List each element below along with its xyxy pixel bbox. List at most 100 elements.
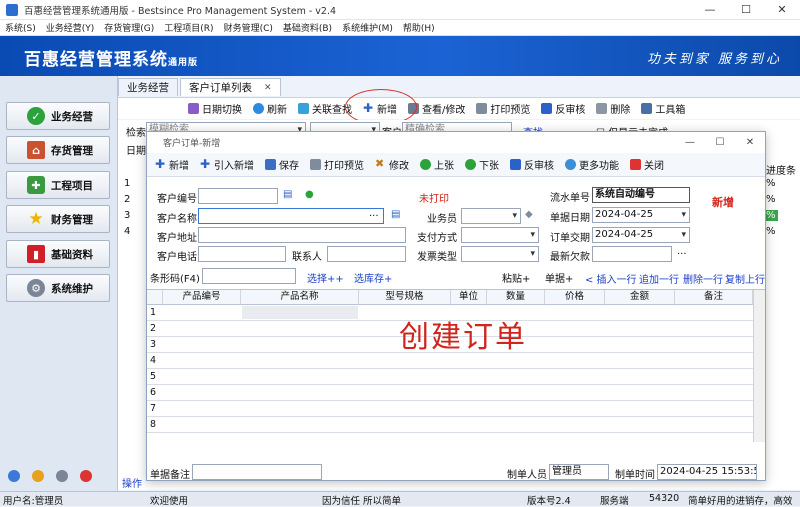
col-spec[interactable]: 型号规格	[359, 290, 451, 305]
nav-basic-data[interactable]: ▮ 基础资料	[6, 240, 110, 268]
dlg-new-button[interactable]: ✚ 新增	[155, 157, 189, 172]
nav-finance[interactable]: ★ 财务管理	[6, 205, 110, 233]
related-find-button[interactable]: 关联查找	[298, 101, 352, 116]
progress-cell: %	[766, 210, 778, 221]
cust-code-input[interactable]	[198, 188, 278, 204]
nav-projects[interactable]: ✚ 工程项目	[6, 171, 110, 199]
menu-basic-data[interactable]: 基础资料(B)	[278, 21, 337, 34]
menu-inventory[interactable]: 存货管理(G)	[99, 21, 159, 34]
copy-row-button[interactable]: 复制上行	[725, 271, 765, 286]
lookup-icon[interactable]: ▤	[283, 189, 292, 200]
grid-scrollbar[interactable]	[753, 290, 765, 442]
unapprove-button[interactable]: 反审核	[541, 101, 585, 116]
table-row[interactable]: 8	[147, 417, 753, 433]
dialog-close-button[interactable]: ✕	[735, 137, 765, 148]
refresh-icon[interactable]: ●	[305, 189, 314, 200]
delete-row-button[interactable]: 删除一行	[683, 271, 723, 286]
insert-row-button[interactable]: < 插入一行	[585, 271, 637, 286]
power-icon[interactable]	[80, 470, 92, 482]
col-qty[interactable]: 数量	[487, 290, 545, 305]
refresh-button[interactable]: 刷新	[253, 101, 287, 116]
status-user: 用户名:管理员	[3, 496, 64, 507]
refresh-icon	[253, 103, 264, 114]
serial-no-label: 流水单号	[550, 193, 590, 204]
dlg-print-preview-button[interactable]: 打印预览	[310, 157, 364, 172]
order-date-picker[interactable]: 2024-04-25	[592, 227, 690, 243]
print-preview-button[interactable]: 打印预览	[476, 101, 530, 116]
more-icon	[565, 159, 576, 170]
contact-input[interactable]	[327, 246, 406, 262]
doc-date-picker[interactable]: 2024-04-25	[592, 207, 690, 223]
dialog-maximize-button[interactable]: ☐	[705, 137, 735, 148]
col-price[interactable]: 价格	[545, 290, 605, 305]
pay-method-select[interactable]	[461, 227, 539, 243]
dlg-import-new-button[interactable]: ✚ 引入新增	[200, 157, 254, 172]
nav-maintenance[interactable]: ⚙ 系统维护	[6, 274, 110, 302]
paste-button[interactable]: 粘贴+	[502, 270, 530, 285]
cust-name-input[interactable]	[198, 208, 384, 224]
col-product-name[interactable]: 产品名称	[241, 290, 359, 305]
col-unit[interactable]: 单位	[451, 290, 487, 305]
progress-header: 进度条	[766, 166, 796, 177]
tab-customer-orders[interactable]: 客户订单列表 ✕	[180, 78, 281, 96]
menu-finance[interactable]: 财务管理(C)	[219, 21, 278, 34]
dlg-next-button[interactable]: 下张	[465, 157, 499, 172]
menu-help[interactable]: 帮助(H)	[398, 21, 440, 34]
link-icon	[298, 103, 309, 114]
app-icon	[6, 3, 18, 16]
owed-ellipsis-button[interactable]: ...	[677, 246, 687, 257]
select-stock-button[interactable]: 选库存+	[354, 270, 392, 285]
tab-close-icon[interactable]: ✕	[264, 83, 272, 93]
table-row[interactable]: 6	[147, 385, 753, 401]
latest-owed-field	[592, 246, 672, 262]
nav-business[interactable]: ✓ 业务经营	[6, 102, 110, 130]
dlg-unapprove-button[interactable]: 反审核	[510, 157, 554, 172]
menu-business[interactable]: 业务经营(Y)	[41, 21, 100, 34]
dlg-prev-button[interactable]: 上张	[420, 157, 454, 172]
lookup-icon[interactable]: ▤	[391, 209, 400, 220]
close-button[interactable]: ✕	[764, 3, 800, 16]
barcode-input[interactable]	[202, 268, 296, 284]
doc-plus-button[interactable]: 单据+	[545, 270, 573, 285]
toolbox-button[interactable]: 工具箱	[641, 101, 685, 116]
ellipsis-button[interactable]: ...	[369, 208, 379, 219]
cust-phone-input[interactable]	[198, 246, 286, 262]
dialog-minimize-button[interactable]: —	[675, 137, 705, 148]
table-row[interactable]: 7	[147, 401, 753, 417]
menu-maintenance[interactable]: 系统维护(M)	[337, 21, 398, 34]
nav-inventory[interactable]: ⌂ 存货管理	[6, 136, 110, 164]
table-row[interactable]: 5	[147, 369, 753, 385]
home-icon[interactable]	[8, 470, 20, 482]
select-plus-button[interactable]: 选择++	[307, 270, 344, 285]
house-icon: ⌂	[27, 141, 45, 159]
dlg-save-button[interactable]: 保存	[265, 157, 299, 172]
invoice-type-label: 发票类型	[417, 252, 457, 263]
delete-button[interactable]: 删除	[596, 101, 630, 116]
calendar-icon	[188, 103, 199, 114]
help-icon[interactable]	[32, 470, 44, 482]
dlg-more-button[interactable]: 更多功能	[565, 157, 619, 172]
dlg-close-button[interactable]: 关闭	[630, 157, 664, 172]
remark-input[interactable]	[192, 464, 322, 480]
col-amount[interactable]: 金额	[605, 290, 675, 305]
dlg-edit-button[interactable]: ✖ 修改	[375, 157, 409, 172]
time-label: 制单时间	[615, 470, 655, 481]
cust-addr-input[interactable]	[198, 227, 406, 243]
salesman-select[interactable]	[461, 208, 521, 224]
date-switch-button[interactable]: 日期切换	[188, 101, 242, 116]
row-number: 4	[124, 226, 131, 237]
col-remark[interactable]: 备注	[675, 290, 753, 305]
settings-icon[interactable]	[56, 470, 68, 482]
operation-label[interactable]: 操作	[122, 475, 142, 490]
tag-icon[interactable]: ◆	[525, 209, 533, 220]
time-field: 2024-04-25 15:53:58	[657, 464, 757, 480]
minimize-button[interactable]: —	[692, 3, 728, 16]
maximize-button[interactable]: ☐	[728, 3, 764, 16]
menu-projects[interactable]: 工程项目(R)	[159, 21, 218, 34]
tab-business[interactable]: 业务经营	[118, 78, 178, 96]
append-row-button[interactable]: 追加一行	[639, 271, 679, 286]
invoice-type-select[interactable]	[461, 246, 539, 262]
edition-label: 通用版	[168, 58, 199, 68]
menu-system[interactable]: 系统(S)	[0, 21, 41, 34]
col-product-code[interactable]: 产品编号	[163, 290, 241, 305]
